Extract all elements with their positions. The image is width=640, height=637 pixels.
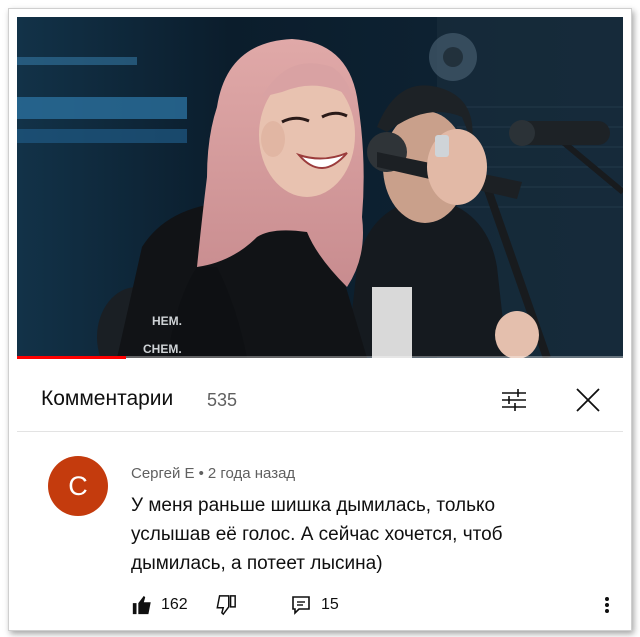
shirt-text-1: HEM. [152,314,182,328]
comments-title: Комментарии [41,387,174,410]
thumbs-up-icon [132,595,151,615]
dislike-button[interactable] [215,594,237,618]
video-player[interactable]: HEM. CHEM. [17,17,623,358]
comment-author[interactable]: Сергей Е [131,465,195,482]
comments-count: 535 [207,390,238,410]
sliders-icon [502,389,526,411]
more-options-button[interactable] [601,594,613,618]
comment-text: У меня раньше шишка дымилась, только усл… [131,495,503,574]
thumbs-down-icon [216,595,236,616]
comment-meta: Сергей Е • 2 года назад [131,465,295,482]
reply-comment-icon [292,596,310,615]
reply-button[interactable] [291,594,311,618]
like-button[interactable] [131,594,153,618]
close-icon [576,388,600,412]
like-count: 162 [161,596,188,613]
comment-item: С Сергей Е • 2 года назад У меня раньше ши… [17,439,623,629]
comments-header: Комментарии 535 [17,359,623,432]
more-vert-icon [605,597,609,613]
screenshot-frame: HEM. CHEM. Комментарии 535 С Сергей Е • 2 … [8,8,632,631]
comment-time: 2 года назад [207,465,296,482]
shirt-text-2: CHEM. [143,342,182,356]
sort-filter-button[interactable] [499,385,529,415]
reply-count: 15 [321,596,339,613]
separator-dot: • [198,465,204,482]
avatar[interactable]: С [48,456,108,516]
comment-actions: 162 15 [131,594,611,618]
close-button[interactable] [573,385,603,415]
video-frame-image: HEM. CHEM. [17,17,623,358]
